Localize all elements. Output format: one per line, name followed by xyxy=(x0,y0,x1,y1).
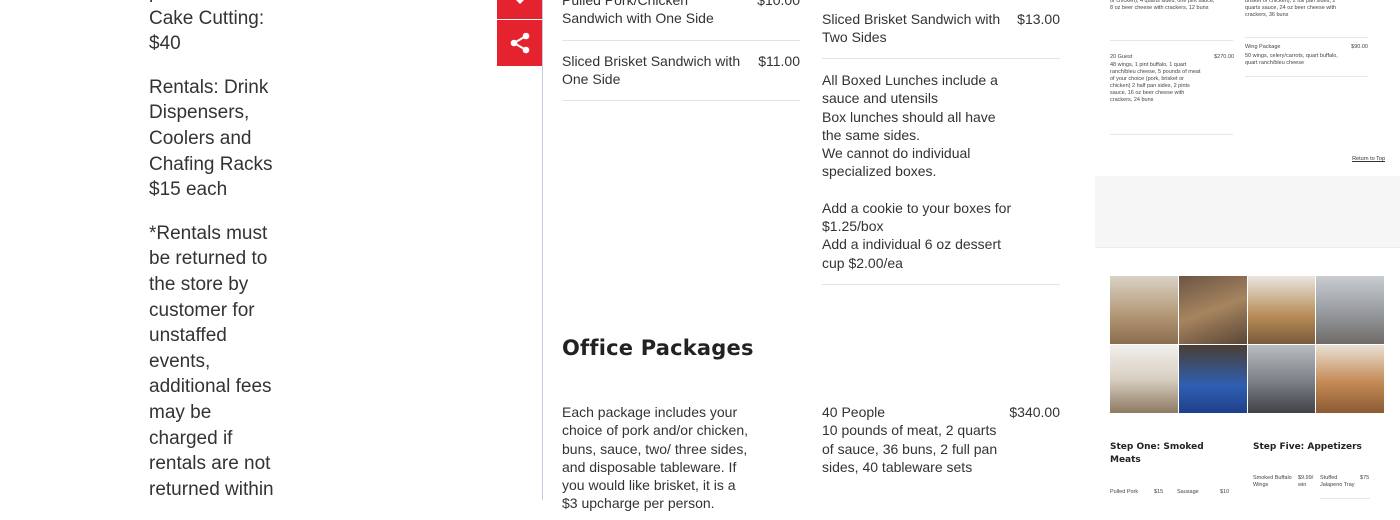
catering-photo xyxy=(1110,345,1178,413)
divider xyxy=(1110,134,1233,135)
step-one-heading: Step One: Smoked Meats xyxy=(1110,442,1204,465)
preview-text: 20 Guest xyxy=(1110,54,1133,60)
preview-gray-band xyxy=(1095,176,1400,248)
preview-price: $270.00 xyxy=(1214,54,1234,60)
item-brisket-two-name: Sliced Brisket Sandwich with Two Sides xyxy=(822,11,1001,46)
preview-text: 50 wings, celery/carrots, quart buffalo,… xyxy=(1245,53,1338,66)
catering-photo xyxy=(1316,276,1384,344)
rentals-info-column: per server Cake Cutting: $40 Rentals: Dr… xyxy=(149,0,279,520)
return-to-top-link[interactable]: Return to Top xyxy=(1340,156,1385,163)
item-pulled-pork-name: Pulled Pork/Chicken Sandwich with One Si… xyxy=(562,0,714,27)
office-packages-description: Each package includes your choice of por… xyxy=(562,404,748,512)
item-brisket-one-name: Sliced Brisket Sandwich with One Side xyxy=(562,53,741,88)
like-button[interactable] xyxy=(497,0,543,19)
panel-border xyxy=(542,0,543,500)
preview-text: Wing Package xyxy=(1245,44,1281,50)
rentals-return-note: *Rentals must be returned to the store b… xyxy=(149,222,274,500)
divider xyxy=(822,284,1060,285)
catering-photo xyxy=(1247,345,1316,413)
catering-photo xyxy=(1247,276,1316,344)
preview-price: $10 xyxy=(1220,489,1230,495)
preview-text: brisket or chicken), 2 full pan sides, 2… xyxy=(1245,0,1337,18)
share-button[interactable] xyxy=(497,20,543,66)
rentals-text: Rentals: Drink Dispensers, Coolers and C… xyxy=(149,76,273,201)
divider xyxy=(562,40,800,41)
boxed-note-line: We cannot do individual specialized boxe… xyxy=(822,145,971,180)
catering-photo-grid xyxy=(1110,276,1384,413)
item-pulled-pork-price: $10.00 xyxy=(757,0,800,8)
cake-cutting-text: per server Cake Cutting: $40 xyxy=(149,0,265,55)
step-five-heading: Step Five: Appetizers xyxy=(1253,442,1362,452)
divider xyxy=(1320,498,1370,499)
preview-price: $90.00 xyxy=(1351,44,1368,50)
office-packages-heading: Office Packages xyxy=(562,336,754,360)
preview-text: 48 wings, 1 pint buffalo, 1 quart ranch/… xyxy=(1110,62,1201,103)
boxed-note-line: All Boxed Lunches include a sauce and ut… xyxy=(822,72,998,107)
divider xyxy=(1245,76,1368,77)
catering-photo xyxy=(1178,276,1247,344)
preview-text: Pulled Pork xyxy=(1110,489,1139,495)
preview-text: Sausage xyxy=(1177,489,1199,495)
boxed-note-line: Add a cookie to your boxes for $1.25/box xyxy=(822,199,1012,235)
package-40-people: 40 People 10 pounds of meat, 2 quarts of… xyxy=(822,403,1002,476)
boxed-note-line: Add a individual 6 oz dessert cup $2.00/… xyxy=(822,236,1001,271)
divider xyxy=(562,100,800,101)
divider xyxy=(822,58,1060,59)
share-icon xyxy=(510,32,530,54)
preview-price: $9.99/ win xyxy=(1298,475,1314,488)
preview-text: Smoked Buffalo Wings xyxy=(1253,475,1292,488)
catering-photo xyxy=(1316,345,1384,413)
package-40-price: $340.00 xyxy=(1009,404,1060,420)
package-desc: 10 pounds of meat, 2 quarts of sauce, 36… xyxy=(822,422,998,475)
package-title: 40 People xyxy=(822,404,886,420)
divider xyxy=(1110,40,1233,41)
preview-text: Stuffed Jalapeno Tray xyxy=(1320,475,1355,488)
catering-photo xyxy=(1178,345,1247,413)
preview-price: $15 xyxy=(1154,489,1164,495)
boxed-note-line: Box lunches should all have the same sid… xyxy=(822,108,996,143)
preview-text: or chicken), 4 quarts sides, one pint sa… xyxy=(1110,0,1215,11)
item-brisket-one-price: $11.00 xyxy=(758,53,800,69)
item-brisket-two-price: $13.00 xyxy=(1017,11,1060,27)
boxed-lunch-note: All Boxed Lunches include a sauce and ut… xyxy=(822,71,1014,272)
heart-icon xyxy=(516,0,524,4)
preview-price: $75 xyxy=(1360,475,1370,481)
catering-photo xyxy=(1110,276,1178,344)
divider xyxy=(1245,37,1368,38)
